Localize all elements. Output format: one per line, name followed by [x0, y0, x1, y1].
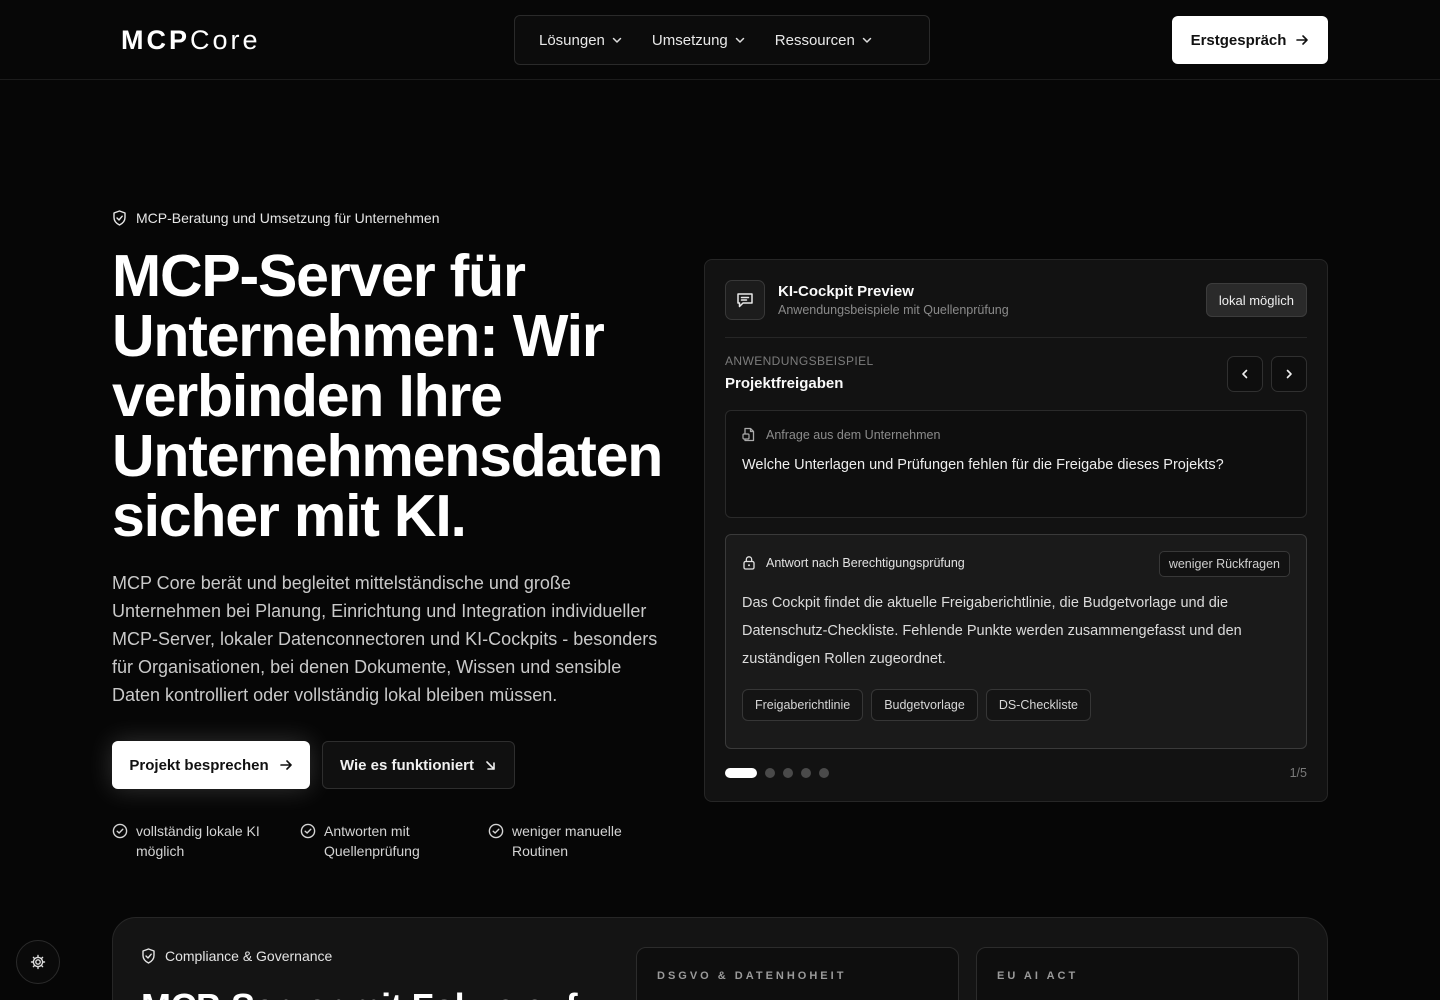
nav-item-umsetzung[interactable]: Umsetzung	[652, 32, 746, 49]
chevron-right-icon	[1286, 369, 1292, 379]
chevron-left-icon	[1242, 369, 1248, 379]
feature-label: weniger manuelle Routinen	[512, 823, 622, 859]
slide-dot[interactable]	[765, 768, 775, 778]
feature-item: Antworten mit Quellenprüfung	[300, 821, 488, 861]
feature-label: Antworten mit Quellenprüfung	[324, 823, 420, 859]
hero-description: MCP Core berät und begleitet mittelständ…	[112, 573, 658, 705]
hero-eyebrow-text: MCP-Beratung und Umsetzung für Unternehm…	[136, 210, 440, 226]
arrow-right-icon	[279, 760, 292, 770]
chevron-down-icon	[862, 37, 872, 43]
arrow-down-right-icon	[486, 760, 495, 770]
query-text: Welche Unterlagen und Prüfungen fehlen f…	[742, 457, 1224, 473]
source-chip[interactable]: Freigaberichtlinie	[742, 689, 864, 721]
answer-box: Antwort nach Berechtigungsprüfung wenige…	[725, 534, 1307, 749]
arrow-right-icon	[1296, 35, 1309, 45]
source-chips: Freigaberichtlinie Budgetvorlage DS-Chec…	[742, 689, 1091, 721]
nav-item-label: Ressourcen	[774, 31, 855, 49]
settings-button[interactable]	[16, 940, 60, 984]
query-box: Anfrage aus dem Unternehmen Welche Unter…	[725, 410, 1307, 518]
nav-item-label: Lösungen	[539, 31, 605, 49]
check-circle-icon	[488, 823, 504, 839]
answer-text: Das Cockpit findet die aktuelle Freigabe…	[742, 595, 1242, 667]
chevron-down-icon	[735, 37, 745, 43]
eu-ai-act-card-label: EU AI ACT	[997, 970, 1079, 982]
dsgvo-card-label: DSGVO & DATENHOHEIT	[657, 970, 847, 982]
shield-check-icon	[113, 210, 126, 226]
slide-dot[interactable]	[783, 768, 793, 778]
hero-title: MCP-Server für Unternehmen: Wir verbinde…	[112, 243, 663, 549]
projekt-besprechen-label: Projekt besprechen	[129, 756, 269, 774]
nav-item-loesungen[interactable]: Lösungen	[539, 32, 623, 49]
compliance-eyebrow-text: Compliance & Governance	[165, 948, 333, 964]
compliance-heading: MCP-Server mit Fokus auf	[141, 986, 578, 1000]
usecase-title: Projektfreigaben	[725, 375, 844, 392]
nav-item-ressourcen[interactable]: Ressourcen	[775, 32, 873, 49]
main-nav: Lösungen Umsetzung Ressourcen	[514, 15, 930, 65]
lock-icon	[743, 556, 755, 570]
eu-ai-act-card: EU AI ACT	[976, 947, 1299, 1000]
card-title: KI-Cockpit Preview	[778, 283, 914, 300]
source-chip[interactable]: Budgetvorlage	[871, 689, 978, 721]
query-label-text: Anfrage aus dem Unternehmen	[766, 427, 941, 442]
erstgespraech-label: Erstgespräch	[1190, 31, 1287, 49]
message-square-icon	[725, 280, 765, 320]
slide-indicators	[725, 768, 829, 778]
site-header: MCPCore Lösungen Umsetzung Ressourcen Er…	[0, 0, 1440, 80]
projekt-besprechen-button[interactable]: Projekt besprechen	[112, 741, 310, 789]
slide-counter: 1/5	[1289, 766, 1307, 780]
usecase-label: ANWENDUNGSBEISPIEL	[725, 354, 874, 368]
hero-eyebrow: MCP-Beratung und Umsetzung für Unternehm…	[112, 210, 439, 226]
compliance-section: Compliance & Governance MCP-Server mit F…	[112, 917, 1328, 1000]
chevron-down-icon	[612, 37, 622, 43]
feature-label: vollständig lokale KI möglich	[136, 823, 260, 859]
feature-item: weniger manuelle Routinen	[488, 821, 676, 861]
compliance-eyebrow: Compliance & Governance	[141, 948, 332, 964]
gear-icon	[30, 954, 46, 970]
source-chip[interactable]: DS-Checkliste	[985, 689, 1091, 721]
logo[interactable]: MCPCore	[121, 25, 261, 55]
answer-label-text: Antwort nach Berechtigungsprüfung	[766, 555, 965, 570]
dsgvo-card: DSGVO & DATENHOHEIT	[636, 947, 959, 1000]
answer-label: Antwort nach Berechtigungsprüfung	[742, 555, 965, 570]
shield-check-icon	[142, 948, 155, 964]
erstgespraech-button[interactable]: Erstgespräch	[1172, 16, 1328, 64]
card-subtitle: Anwendungsbeispiele mit Quellenprüfung	[778, 303, 1009, 317]
weniger-rueckfragen-badge: weniger Rückfragen	[1158, 551, 1290, 577]
slide-dot[interactable]	[801, 768, 811, 778]
wie-es-funktioniert-button[interactable]: Wie es funktioniert	[322, 741, 515, 789]
file-icon	[742, 427, 755, 442]
ki-cockpit-preview-card: KI-Cockpit Preview Anwendungsbeispiele m…	[704, 259, 1328, 802]
check-circle-icon	[112, 823, 128, 839]
query-label: Anfrage aus dem Unternehmen	[742, 427, 940, 442]
slide-dot[interactable]	[725, 768, 757, 778]
hero-features: vollständig lokale KI möglich Antworten …	[112, 821, 676, 861]
nav-item-label: Umsetzung	[651, 31, 728, 49]
previous-slide-button[interactable]	[1227, 356, 1263, 392]
check-circle-icon	[300, 823, 316, 839]
divider	[725, 337, 1307, 338]
lokal-moeglich-badge: lokal möglich	[1205, 283, 1307, 317]
wie-es-funktioniert-label: Wie es funktioniert	[339, 756, 475, 774]
next-slide-button[interactable]	[1271, 356, 1307, 392]
feature-item: vollständig lokale KI möglich	[112, 821, 300, 861]
slide-dot[interactable]	[819, 768, 829, 778]
